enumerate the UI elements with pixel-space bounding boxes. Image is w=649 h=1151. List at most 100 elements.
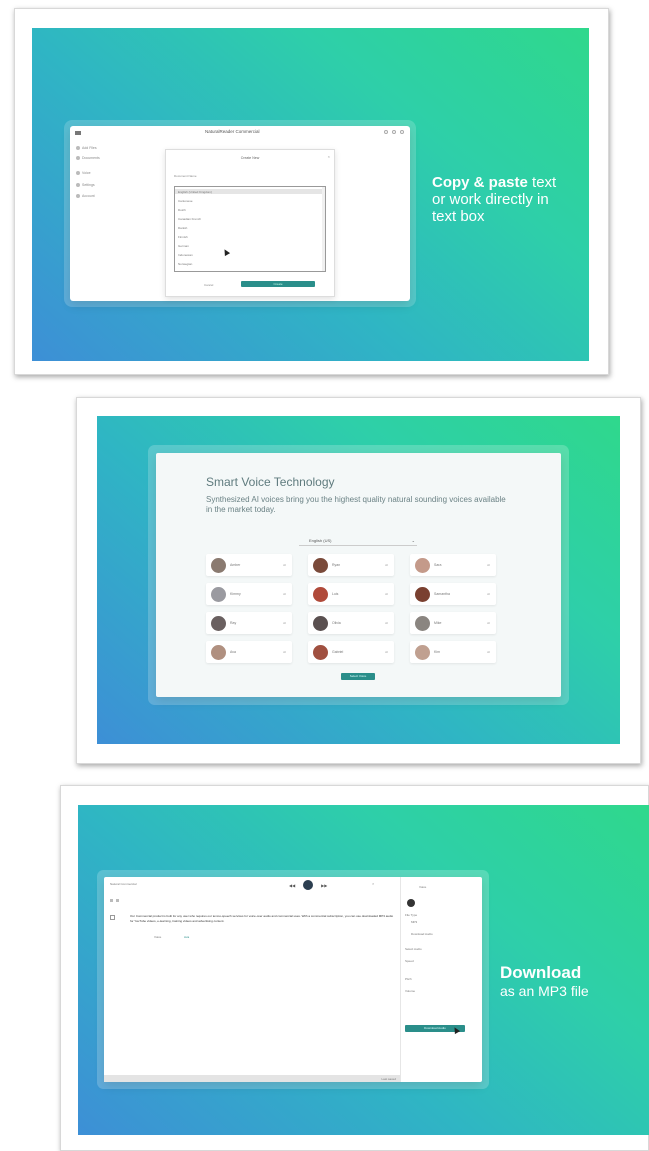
- user-icon: [76, 194, 80, 198]
- gradient-background: Natural Commercial ◀◀ ▶▶ × Our Commercia…: [78, 805, 649, 1135]
- sidebar-item-label: Documents: [82, 156, 100, 160]
- list-item[interactable]: English (United Kingdom): [178, 190, 212, 194]
- promo-line-3: text box: [432, 208, 485, 225]
- sidebar-item-documents[interactable]: Documents: [76, 156, 100, 160]
- voice-name: Ryan: [332, 563, 341, 567]
- voice-tag: AI: [283, 650, 286, 654]
- sidebar-item-add-files[interactable]: Add Files: [76, 146, 97, 150]
- voice-card[interactable]: Ray AI: [206, 612, 292, 634]
- play-button[interactable]: [303, 880, 314, 890]
- slide-smart-voice: Smart Voice Technology Synthesized AI vo…: [76, 397, 641, 764]
- dialog-title: Create New: [240, 156, 260, 160]
- create-button[interactable]: Create: [241, 281, 315, 287]
- voice-name: Amber: [230, 563, 241, 567]
- slide-download: Natural Commercial ◀◀ ▶▶ × Our Commercia…: [60, 785, 649, 1151]
- avatar: [211, 615, 226, 631]
- voice-tag: AI: [487, 650, 490, 654]
- list-item[interactable]: Indonesian: [178, 253, 193, 257]
- voice-tag: AI: [283, 592, 286, 596]
- list-item[interactable]: Cantonese: [178, 199, 193, 203]
- language-select[interactable]: English (US) ⌄: [299, 538, 417, 546]
- dialog-close-icon[interactable]: ×: [328, 154, 330, 159]
- avatar: [211, 586, 226, 602]
- voice-tag: AI: [487, 621, 490, 625]
- voice-window: Smart Voice Technology Synthesized AI vo…: [156, 453, 561, 697]
- document-icon: [76, 156, 80, 160]
- panel-item: Voice: [419, 885, 427, 889]
- voice-card[interactable]: Olivia AI: [308, 612, 394, 634]
- minimize-icon[interactable]: [384, 130, 388, 134]
- close-icon[interactable]: [400, 130, 404, 134]
- gradient-background: NaturalReader Commercial Add Files Docum…: [32, 28, 589, 361]
- voice-card[interactable]: Ryan AI: [308, 554, 394, 576]
- rewind-icon[interactable]: ◀◀: [289, 883, 295, 888]
- panel-item: Download Audio: [411, 932, 433, 936]
- voice-card[interactable]: Sara AI: [410, 554, 496, 576]
- sidebar-item-voice[interactable]: Voice: [76, 171, 91, 175]
- page-title: Smart Voice Technology: [206, 475, 335, 489]
- sidebar-item-label: Settings: [82, 183, 95, 187]
- voice-tag: AI: [385, 621, 388, 625]
- app-title: NaturalReader Commercial: [205, 129, 260, 134]
- select-voice-button[interactable]: Select Voice: [341, 673, 375, 680]
- voice-card[interactable]: Mike AI: [410, 612, 496, 634]
- create-dialog: Create New × Document Name English (Unit…: [165, 149, 335, 297]
- undo-icon[interactable]: [110, 899, 113, 902]
- voice-card[interactable]: Kimmy AI: [206, 583, 292, 605]
- list-item[interactable]: German: [178, 244, 189, 248]
- slide-copy-paste: NaturalReader Commercial Add Files Docum…: [14, 8, 609, 375]
- list-item[interactable]: Danish: [178, 226, 187, 230]
- select-voice-label: Select Voice: [349, 674, 367, 678]
- voice-card[interactable]: Luis AI: [308, 583, 394, 605]
- voice-card[interactable]: Gabriel AI: [308, 641, 394, 663]
- add-file-icon: [76, 146, 80, 150]
- list-item[interactable]: Dutch: [178, 208, 186, 212]
- avatar: [211, 557, 226, 573]
- voice-tag: AI: [283, 563, 286, 567]
- paragraph-text: Our Commercial product is built for any …: [130, 914, 394, 923]
- promo-text: Download as an MP3 file: [500, 963, 649, 999]
- promo-rest: as an MP3 file: [500, 983, 589, 999]
- promo-text: Copy & paste text or work directly in te…: [432, 174, 589, 225]
- sidebar-item-label: Add Files: [82, 146, 97, 150]
- sidebar-item-settings[interactable]: Settings: [76, 183, 95, 187]
- app-logo-icon: [75, 131, 81, 135]
- panel-item[interactable]: Select Audio: [405, 947, 422, 951]
- paragraph-checkbox[interactable]: [110, 915, 115, 920]
- voice-card[interactable]: Amber AI: [206, 554, 292, 576]
- voice-label: Voice: [154, 935, 162, 939]
- panel-item: Speed: [405, 959, 414, 963]
- list-item[interactable]: Canadian French: [178, 217, 201, 221]
- avatar: [313, 615, 328, 631]
- list-item[interactable]: Norwegian: [178, 262, 192, 266]
- voice-name: Sara: [434, 563, 442, 567]
- language-listbox[interactable]: English (United Kingdom) Cantonese Dutch…: [174, 186, 326, 272]
- app-window: NaturalReader Commercial Add Files Docum…: [70, 126, 410, 301]
- voice-card[interactable]: Samantha AI: [410, 583, 496, 605]
- avatar: [313, 586, 328, 602]
- mouse-cursor-icon: [221, 247, 231, 257]
- voice-card[interactable]: Kim AI: [410, 641, 496, 663]
- voice-name: Samantha: [434, 592, 450, 596]
- close-icon[interactable]: ×: [372, 881, 374, 886]
- maximize-icon[interactable]: [392, 130, 396, 134]
- voice-name: Ray: [230, 621, 237, 625]
- window-controls[interactable]: [384, 130, 404, 134]
- voice-value[interactable]: Ava: [184, 935, 189, 939]
- sidebar-item-label: Voice: [82, 171, 91, 175]
- status-text: Last saved: [381, 1077, 396, 1081]
- sidebar-item-label: Account: [82, 194, 95, 198]
- forward-icon[interactable]: ▶▶: [321, 883, 327, 888]
- sidebar-item-account[interactable]: Account: [76, 194, 95, 198]
- list-item[interactable]: Finnish: [178, 235, 188, 239]
- voice-card[interactable]: Ava AI: [206, 641, 292, 663]
- voice-name: Gabriel: [332, 650, 344, 654]
- scrollbar[interactable]: [322, 187, 325, 271]
- cancel-button[interactable]: Cancel: [204, 283, 213, 287]
- panel-item[interactable]: MP3: [411, 920, 417, 924]
- promo-line-2: or work directly in: [432, 191, 549, 208]
- gear-icon: [76, 183, 80, 187]
- avatar: [415, 615, 430, 631]
- voice-tag: AI: [385, 650, 388, 654]
- redo-icon[interactable]: [116, 899, 119, 902]
